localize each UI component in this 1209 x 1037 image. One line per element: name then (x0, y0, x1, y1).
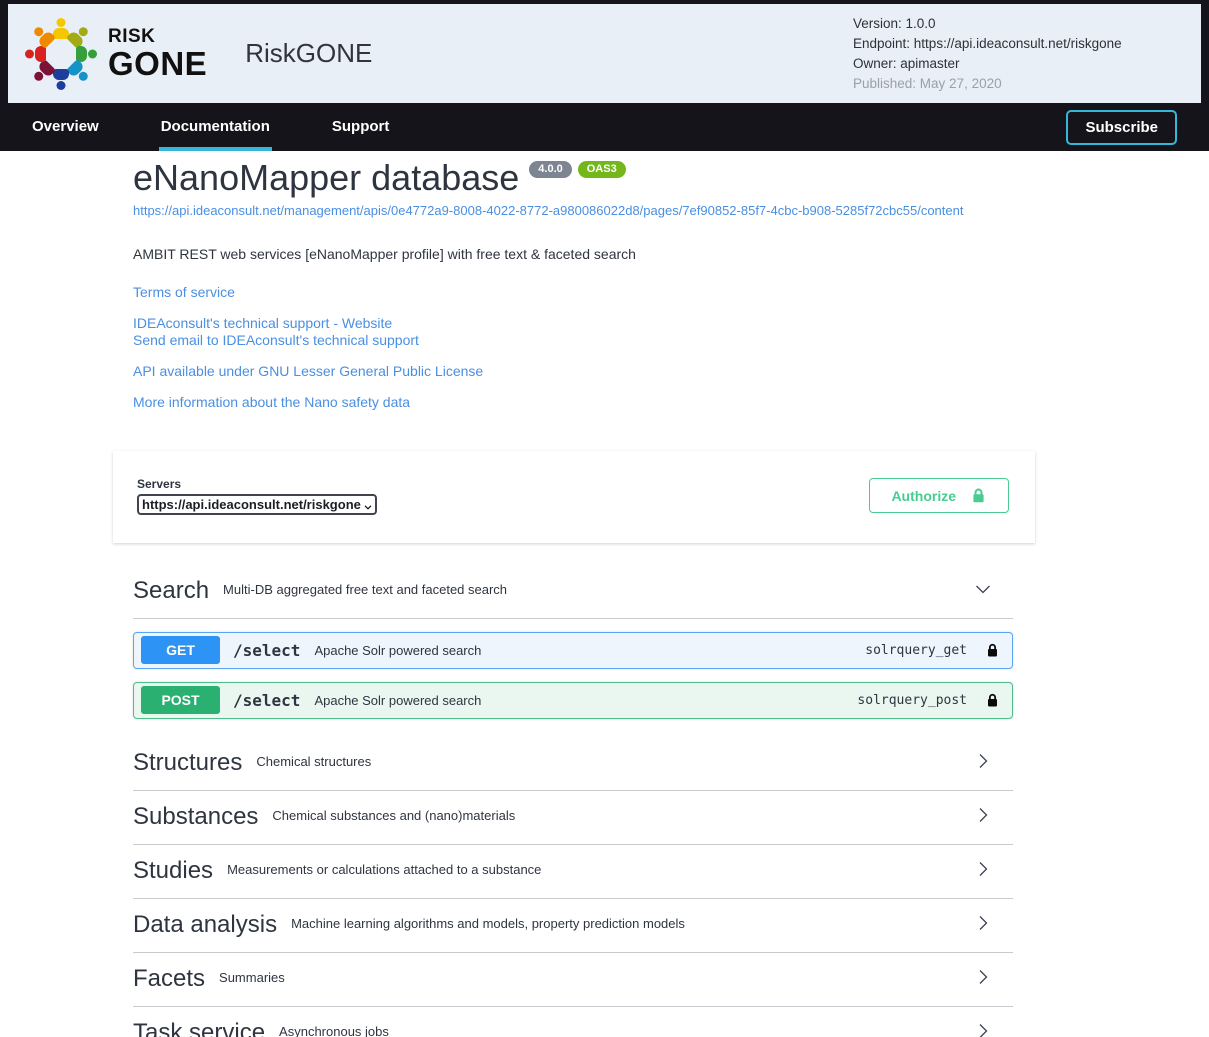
license-link[interactable]: API available under GNU Lesser General P… (133, 363, 483, 380)
nav-documentation[interactable]: Documentation (161, 103, 270, 151)
nav-support[interactable]: Support (332, 103, 390, 151)
tag-header-search[interactable]: Search Multi-DB aggregated free text and… (133, 565, 1013, 619)
servers-label: Servers (137, 477, 377, 491)
meta-published: Published: May 27, 2020 (853, 74, 1183, 94)
chevron-down-icon (973, 579, 993, 604)
authorize-button[interactable]: Authorize (869, 478, 1009, 513)
lock-icon (970, 487, 987, 504)
operation-id: solrquery_get (865, 643, 967, 658)
api-title-row: eNanoMapper database 4.0.0 OAS3 (133, 159, 1013, 197)
authorize-label: Authorize (891, 488, 956, 504)
tag-description: Chemical structures (256, 754, 371, 769)
tag-header-facets[interactable]: Facets Summaries (133, 953, 1013, 1007)
operations-list: Search Multi-DB aggregated free text and… (133, 565, 1013, 1037)
auth-lock-button[interactable] (985, 642, 1000, 658)
chevron-right-icon (973, 913, 993, 938)
tag-name: Structures (133, 749, 242, 777)
opblock-get-select[interactable]: GET /select Apache Solr powered search s… (133, 632, 1013, 669)
main-nav: Overview Documentation Support Subscribe (8, 103, 1201, 151)
chevron-down-icon (362, 500, 374, 515)
support-website-link[interactable]: IDEAconsult's technical support - Websit… (133, 315, 392, 332)
method-badge: POST (141, 686, 220, 714)
tag-description: Multi-DB aggregated free text and facete… (223, 582, 507, 597)
operation-description: Apache Solr powered search (314, 693, 481, 708)
chevron-right-icon (973, 805, 993, 830)
terms-of-service-link[interactable]: Terms of service (133, 284, 235, 301)
scheme-container: Servers https://api.ideaconsult.net/risk… (113, 451, 1035, 543)
riskgone-logo-icon (26, 19, 96, 89)
tag-name: Substances (133, 803, 258, 831)
tag-name: Data analysis (133, 911, 277, 939)
tag-description: Machine learning algorithms and models, … (291, 916, 685, 931)
swagger-main: eNanoMapper database 4.0.0 OAS3 https://… (0, 159, 1209, 1037)
chevron-right-icon (973, 1021, 993, 1037)
spec-url-link[interactable]: https://api.ideaconsult.net/management/a… (133, 203, 963, 218)
tag-name: Search (133, 577, 209, 605)
meta-version: Version: 1.0.0 (853, 14, 1183, 34)
api-description: AMBIT REST web services [eNanoMapper pro… (133, 246, 1013, 262)
site-header: RISK GONE RiskGONE Version: 1.0.0 Endpoi… (8, 4, 1201, 103)
tag-name: Task service (133, 1019, 265, 1037)
tag-description: Chemical substances and (nano)materials (272, 808, 515, 823)
section-search: Search Multi-DB aggregated free text and… (133, 565, 1013, 719)
tag-name: Facets (133, 965, 205, 993)
tag-description: Asynchronous jobs (279, 1024, 389, 1037)
chevron-right-icon (973, 859, 993, 884)
tag-description: Measurements or calculations attached to… (227, 862, 541, 877)
api-links: Terms of service IDEAconsult's technical… (133, 284, 1013, 411)
auth-lock-button[interactable] (985, 692, 1000, 708)
operation-path: /select (233, 691, 300, 710)
portal-title: RiskGONE (245, 38, 372, 69)
logo-wordmark: RISK GONE (108, 27, 207, 80)
tag-name: Studies (133, 857, 213, 885)
version-badge: 4.0.0 (529, 161, 571, 178)
tag-header-studies[interactable]: Studies Measurements or calculations att… (133, 845, 1013, 899)
operation-description: Apache Solr powered search (314, 643, 481, 658)
tag-header-substances[interactable]: Substances Chemical substances and (nano… (133, 791, 1013, 845)
server-select-value: https://api.ideaconsult.net/riskgone (142, 497, 361, 512)
operation-path: /select (233, 641, 300, 660)
api-badges: 4.0.0 OAS3 (529, 161, 625, 178)
subscribe-button[interactable]: Subscribe (1066, 110, 1177, 145)
riskgone-logo: RISK GONE (26, 19, 207, 89)
tag-header-structures[interactable]: Structures Chemical structures (133, 737, 1013, 791)
api-meta: Version: 1.0.0 Endpoint: https://api.ide… (853, 14, 1183, 94)
operation-id: solrquery_post (857, 693, 967, 708)
tag-description: Summaries (219, 970, 285, 985)
nav-overview[interactable]: Overview (32, 103, 99, 151)
meta-owner: Owner: apimaster (853, 54, 1183, 74)
oas3-badge: OAS3 (578, 161, 626, 178)
method-badge: GET (141, 636, 220, 664)
server-select[interactable]: https://api.ideaconsult.net/riskgone (137, 494, 377, 515)
meta-endpoint: Endpoint: https://api.ideaconsult.net/ri… (853, 34, 1183, 54)
chevron-right-icon (973, 751, 993, 776)
tag-header-task-service[interactable]: Task service Asynchronous jobs (133, 1007, 1013, 1037)
logo-text-risk: RISK (108, 27, 207, 46)
chevron-right-icon (973, 967, 993, 992)
more-info-link[interactable]: More information about the Nano safety d… (133, 394, 410, 411)
top-frame: RISK GONE RiskGONE Version: 1.0.0 Endpoi… (0, 0, 1209, 151)
support-email-link[interactable]: Send email to IDEAconsult's technical su… (133, 332, 419, 349)
opblock-post-select[interactable]: POST /select Apache Solr powered search … (133, 682, 1013, 719)
logo-text-gone: GONE (108, 47, 207, 80)
api-title: eNanoMapper database (133, 159, 519, 197)
tag-header-data-analysis[interactable]: Data analysis Machine learning algorithm… (133, 899, 1013, 953)
servers-block: Servers https://api.ideaconsult.net/risk… (137, 477, 377, 515)
